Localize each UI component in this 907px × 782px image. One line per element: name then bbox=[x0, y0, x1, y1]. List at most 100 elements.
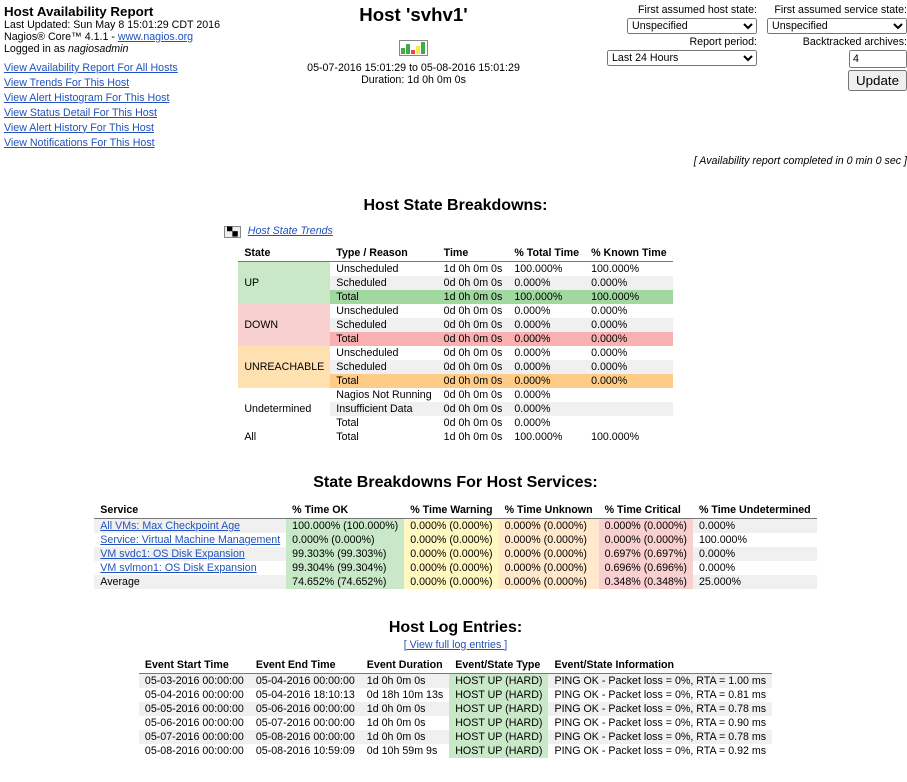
col-header: Type / Reason bbox=[330, 245, 437, 262]
cell: 05-07-2016 00:00:00 bbox=[250, 716, 361, 730]
svc-breakdown-table: Service% Time OK% Time Warning% Time Unk… bbox=[94, 502, 816, 589]
cell: 05-04-2016 00:00:00 bbox=[139, 688, 250, 702]
cell: 100.000% bbox=[585, 430, 673, 444]
cell: Total bbox=[330, 290, 437, 304]
section-title-svc-breakdowns: State Breakdowns For Host Services: bbox=[4, 474, 907, 492]
cell: 0.000% bbox=[508, 388, 585, 402]
cell: 100.000% bbox=[585, 261, 673, 276]
col-header: Event Duration bbox=[361, 657, 449, 674]
cell: HOST UP (HARD) bbox=[449, 716, 548, 730]
cell: 0.000% (0.000%) bbox=[499, 575, 599, 589]
cell: 0.000% (0.000%) bbox=[404, 575, 498, 589]
cell: 0d 0h 0m 0s bbox=[438, 276, 509, 290]
cell: 1d 0h 0m 0s bbox=[438, 261, 509, 276]
cell: 0.000% (0.000%) bbox=[599, 533, 693, 547]
col-header: % Time Critical bbox=[599, 502, 693, 519]
cell: 0.000% (0.000%) bbox=[499, 533, 599, 547]
cell: 0.000% (0.000%) bbox=[499, 518, 599, 533]
cell bbox=[585, 416, 673, 430]
col-header: % Time Warning bbox=[404, 502, 498, 519]
center-panel: Host 'svhv1' 05-07-2016 15:01:29 to 05-0… bbox=[220, 4, 607, 86]
cell: 100.000% bbox=[693, 533, 817, 547]
cell: HOST UP (HARD) bbox=[449, 744, 548, 758]
cell: 0.000% bbox=[585, 346, 673, 360]
cell: HOST UP (HARD) bbox=[449, 730, 548, 744]
table-row: AllTotal1d 0h 0m 0s100.000%100.000% bbox=[238, 430, 672, 444]
select-svc-state[interactable]: Unspecified bbox=[767, 18, 907, 34]
cell: 05-08-2016 00:00:00 bbox=[139, 744, 250, 758]
cell: 0.000% (0.000%) bbox=[499, 561, 599, 575]
cell: 1d 0h 0m 0s bbox=[438, 290, 509, 304]
nav-link[interactable]: View Status Detail For This Host bbox=[4, 107, 157, 119]
select-host-state[interactable]: Unspecified bbox=[627, 18, 757, 34]
cell: 0.000% bbox=[508, 332, 585, 346]
product-link[interactable]: www.nagios.org bbox=[118, 31, 193, 43]
cell: 0.697% (0.697%) bbox=[599, 547, 693, 561]
col-header: % Known Time bbox=[585, 245, 673, 262]
state-name-cell: DOWN bbox=[238, 304, 330, 346]
service-name-cell: VM svlmon1: OS Disk Expansion bbox=[94, 561, 286, 575]
nav-link[interactable]: View Trends For This Host bbox=[4, 77, 129, 89]
cell: 0.000% bbox=[508, 318, 585, 332]
cell: 0d 0h 0m 0s bbox=[438, 402, 509, 416]
table-row: Service: Virtual Machine Management 0.000… bbox=[94, 533, 816, 547]
service-link[interactable]: Service: Virtual Machine Management bbox=[100, 534, 280, 546]
col-header: % Total Time bbox=[508, 245, 585, 262]
cell: 0.000% bbox=[585, 332, 673, 346]
table-row: 05-03-2016 00:00:0005-04-2016 00:00:001d… bbox=[139, 673, 772, 688]
cell: 05-05-2016 00:00:00 bbox=[139, 702, 250, 716]
cell: 0.000% (0.000%) bbox=[599, 518, 693, 533]
service-name-cell: VM svdc1: OS Disk Expansion bbox=[94, 547, 286, 561]
cell: 100.000% bbox=[508, 290, 585, 304]
cell: 05-06-2016 00:00:00 bbox=[250, 702, 361, 716]
service-link[interactable]: VM svlmon1: OS Disk Expansion bbox=[100, 562, 256, 574]
service-link[interactable]: VM svdc1: OS Disk Expansion bbox=[100, 548, 245, 560]
cell: 25.000% bbox=[693, 575, 817, 589]
label-host-state: First assumed host state: bbox=[607, 4, 757, 16]
cell: Total bbox=[330, 416, 437, 430]
cell: 0.000% (0.000%) bbox=[404, 561, 498, 575]
nav-link[interactable]: View Notifications For This Host bbox=[4, 137, 155, 149]
cell: PING OK - Packet loss = 0%, RTA = 0.78 m… bbox=[548, 730, 772, 744]
col-header: % Time Undetermined bbox=[693, 502, 817, 519]
cell: 1d 0h 0m 0s bbox=[361, 730, 449, 744]
service-name-cell: Average bbox=[94, 575, 286, 589]
cell: 0d 0h 0m 0s bbox=[438, 374, 509, 388]
state-name-cell: UNREACHABLE bbox=[238, 346, 330, 388]
log-entries-table: Event Start TimeEvent End TimeEvent Dura… bbox=[139, 657, 772, 758]
cell: Scheduled bbox=[330, 318, 437, 332]
cell: 05-06-2016 00:00:00 bbox=[139, 716, 250, 730]
input-backtracked[interactable] bbox=[849, 50, 907, 68]
cell: HOST UP (HARD) bbox=[449, 673, 548, 688]
nav-link[interactable]: View Alert Histogram For This Host bbox=[4, 92, 169, 104]
cell: 0d 0h 0m 0s bbox=[438, 332, 509, 346]
update-button[interactable]: Update bbox=[848, 70, 907, 91]
cell: 05-03-2016 00:00:00 bbox=[139, 673, 250, 688]
trends-link-wrap: ▀▄ Host State Trends bbox=[224, 225, 907, 239]
view-full-log-link[interactable]: [ View full log entries ] bbox=[404, 639, 507, 651]
service-name-cell: Service: Virtual Machine Management bbox=[94, 533, 286, 547]
table-row: VM svlmon1: OS Disk Expansion99.304% (99… bbox=[94, 561, 816, 575]
cell: 0d 18h 10m 13s bbox=[361, 688, 449, 702]
table-row: 05-05-2016 00:00:0005-06-2016 00:00:001d… bbox=[139, 702, 772, 716]
trend-mini-chart-icon[interactable] bbox=[220, 40, 607, 60]
col-header: Event/State Information bbox=[548, 657, 772, 674]
cell: 74.652% (74.652%) bbox=[286, 575, 404, 589]
cell: 0.000% bbox=[693, 547, 817, 561]
cell: 0.000% bbox=[508, 304, 585, 318]
cell: 100.000% bbox=[508, 430, 585, 444]
col-header: % Time OK bbox=[286, 502, 404, 519]
last-updated: Last Updated: Sun May 8 15:01:29 CDT 201… bbox=[4, 19, 220, 31]
service-link[interactable]: All VMs: Max Checkpoint Age bbox=[100, 520, 240, 532]
select-report-period[interactable]: Last 24 Hours bbox=[607, 50, 757, 66]
cell: 0.000% bbox=[585, 360, 673, 374]
host-state-trends-link[interactable]: Host State Trends bbox=[248, 225, 333, 237]
nav-link[interactable]: View Availability Report For All Hosts bbox=[4, 62, 178, 74]
cell: 0.000% bbox=[693, 518, 817, 533]
cell: PING OK - Packet loss = 0%, RTA = 0.78 m… bbox=[548, 702, 772, 716]
cell: 0.000% (0.000%) bbox=[404, 518, 498, 533]
table-row: 05-06-2016 00:00:0005-07-2016 00:00:001d… bbox=[139, 716, 772, 730]
nav-link[interactable]: View Alert History For This Host bbox=[4, 122, 154, 134]
state-name-cell: Undetermined bbox=[238, 388, 330, 430]
cell: 0.000% bbox=[585, 276, 673, 290]
